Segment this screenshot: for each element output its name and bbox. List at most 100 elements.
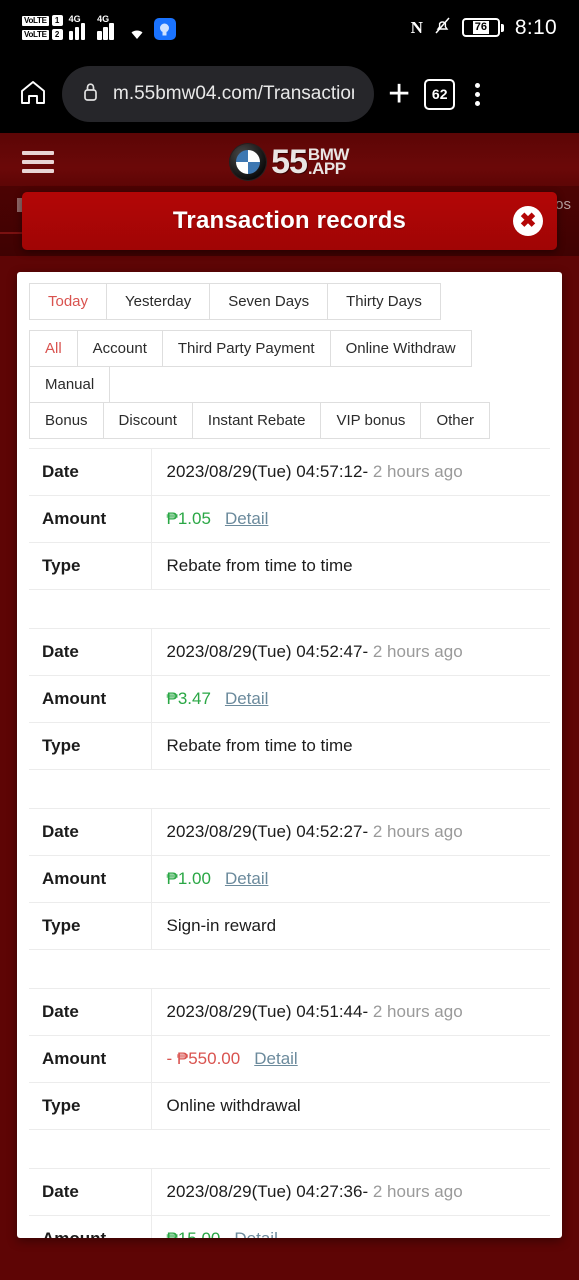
table-row: Date 2023/08/29(Tue) 04:52:47- 2 hours ag…	[29, 628, 550, 676]
hamburger-icon[interactable]	[22, 151, 54, 173]
amount-text: ₱3.47	[166, 689, 211, 708]
table-row: Type Rebate from time to time	[29, 542, 550, 590]
amount-label: Amount	[29, 1035, 152, 1083]
period-filter-today[interactable]: Today	[29, 283, 108, 320]
date-label: Date	[29, 1168, 152, 1216]
amount-value: ₱3.47 Detail	[151, 676, 550, 723]
page-title: Transaction records	[172, 207, 407, 234]
amount-value: ₱1.00 Detail	[151, 856, 550, 903]
status-bar-right: N 76 8:10	[411, 16, 557, 40]
amount-value: - ₱550.00 Detail	[151, 1036, 550, 1083]
network-type-1: 4G	[68, 14, 81, 24]
category-filter-other[interactable]: Other	[420, 402, 490, 439]
android-status-bar: VoLTE 1 VoLTE 2 4G 4G N 76 8:10	[0, 0, 579, 55]
type-label: Type	[29, 722, 152, 770]
volte-sim-2: VoLTE 2	[22, 29, 63, 40]
category-filter-row-1: All Account Third Party Payment Online With…	[29, 330, 550, 403]
amount-text: ₱1.00	[166, 869, 211, 888]
date-value: 2023/08/29(Tue) 04:52:27- 2 hours ago	[151, 809, 550, 856]
background-partial-text: os	[555, 196, 571, 213]
site-logo: 55 BMW .APP	[0, 144, 579, 180]
volte-sim-1: VoLTE 1	[22, 15, 63, 26]
sim-number-1: 1	[51, 15, 63, 26]
table-row: Date 2023/08/29(Tue) 04:52:27- 2 hours ag…	[29, 808, 550, 856]
detail-link[interactable]: Detail	[234, 1229, 277, 1238]
amount-label: Amount	[29, 855, 152, 903]
lock-icon	[82, 81, 99, 107]
category-filter-bonus[interactable]: Bonus	[29, 402, 104, 439]
amount-label: Amount	[29, 1215, 152, 1238]
bmw-roundel-icon	[230, 144, 267, 180]
kebab-menu-icon[interactable]	[469, 82, 486, 106]
transaction-record: Date 2023/08/29(Tue) 04:57:12- 2 hours ag…	[29, 448, 550, 590]
date-value: 2023/08/29(Tue) 04:51:44- 2 hours ago	[151, 989, 550, 1036]
status-bar-left: VoLTE 1 VoLTE 2 4G 4G	[22, 14, 176, 40]
relative-time: 2 hours ago	[368, 1002, 463, 1021]
category-filter-third-party-payment[interactable]: Third Party Payment	[161, 330, 331, 367]
category-filter-all[interactable]: All	[29, 330, 78, 367]
category-filter-vip-bonus[interactable]: VIP bonus	[320, 402, 422, 439]
type-value: Rebate from time to time	[166, 736, 353, 755]
address-bar[interactable]: m.55bmw04.com/Transaction	[62, 66, 374, 122]
amount-text: ₱1.05	[166, 509, 211, 528]
amount-text: ₱15.00	[167, 1229, 221, 1238]
table-row: Date 2023/08/29(Tue) 04:57:12- 2 hours ag…	[29, 448, 550, 496]
transaction-record: Date 2023/08/29(Tue) 04:52:47- 2 hours ag…	[29, 628, 550, 770]
table-row: Amount ₱3.47 Detail	[29, 675, 550, 723]
period-filter-yesterday[interactable]: Yesterday	[106, 283, 211, 320]
tab-switcher-button[interactable]: 62	[424, 78, 456, 110]
site-header: 55 BMW .APP	[0, 133, 579, 191]
transaction-record: Date 2023/08/29(Tue) 04:52:27- 2 hours ag…	[29, 808, 550, 950]
date-text: 2023/08/29(Tue) 04:27:36-	[166, 1182, 369, 1201]
new-tab-icon[interactable]: +	[388, 75, 410, 113]
brand-number: 55	[271, 143, 308, 181]
category-filter-manual[interactable]: Manual	[29, 366, 111, 403]
nfc-icon: N	[410, 17, 423, 37]
table-row: Type Rebate from time to time	[29, 722, 550, 770]
category-filter-account[interactable]: Account	[76, 330, 163, 367]
signal-bars-sim1-icon: 4G	[68, 14, 92, 40]
sim-number-2: 2	[51, 29, 63, 40]
table-row: Amount ₱15.00 Detail	[29, 1215, 550, 1238]
type-value: Online withdrawal	[166, 1096, 301, 1115]
detail-link[interactable]: Detail	[225, 869, 268, 888]
close-icon[interactable]: ✖	[513, 206, 543, 236]
category-filter-online-withdraw[interactable]: Online Withdraw	[329, 330, 472, 367]
date-text: 2023/08/29(Tue) 04:52:27-	[166, 822, 369, 841]
brand-wordmark: 55 BMW .APP	[271, 145, 349, 179]
transaction-record: Date 2023/08/29(Tue) 04:27:36- 2 hours ag…	[29, 1168, 550, 1238]
relative-time: 2 hours ago	[368, 462, 463, 481]
period-filter-seven-days[interactable]: Seven Days	[209, 283, 329, 320]
phone-screen: VoLTE 1 VoLTE 2 4G 4G N 76 8:10 m.55bmw0…	[0, 0, 579, 1280]
type-label: Type	[29, 1082, 152, 1130]
detail-link[interactable]: Detail	[254, 1049, 297, 1068]
wifi-icon	[126, 23, 148, 40]
table-row: Type Sign-in reward	[29, 902, 550, 950]
table-row: Type Online withdrawal	[29, 1082, 550, 1130]
category-filter-instant-rebate[interactable]: Instant Rebate	[191, 402, 322, 439]
category-filter-row-2: Bonus Discount Instant Rebate VIP bonus Othe…	[29, 402, 550, 439]
brand-app-text: .APP	[307, 159, 346, 178]
home-icon[interactable]	[18, 78, 48, 111]
modal-header: Transaction records ✖	[22, 192, 557, 250]
battery-icon: 76	[461, 18, 504, 37]
table-row: Amount ₱1.05 Detail	[29, 495, 550, 543]
category-filter-discount[interactable]: Discount	[102, 402, 193, 439]
brand-bmw-text: BMW	[307, 145, 349, 164]
type-label: Type	[29, 542, 152, 590]
date-label: Date	[29, 808, 152, 856]
date-value: 2023/08/29(Tue) 04:57:12- 2 hours ago	[151, 449, 550, 496]
date-text: 2023/08/29(Tue) 04:52:47-	[166, 642, 369, 661]
battery-percent: 76	[472, 21, 490, 34]
type-value: Rebate from time to time	[166, 556, 353, 575]
signal-bars-sim2-icon: 4G	[97, 14, 120, 40]
relative-time: 2 hours ago	[368, 642, 463, 661]
detail-link[interactable]: Detail	[225, 509, 268, 528]
table-row: Amount ₱1.00 Detail	[29, 855, 550, 903]
period-filter-group: Today Yesterday Seven Days Thirty Days	[29, 283, 550, 320]
network-type-2: 4G	[97, 14, 110, 24]
amount-label: Amount	[29, 495, 152, 543]
detail-link[interactable]: Detail	[225, 689, 268, 708]
close-glyph: ✖	[519, 210, 537, 232]
period-filter-thirty-days[interactable]: Thirty Days	[327, 283, 441, 320]
